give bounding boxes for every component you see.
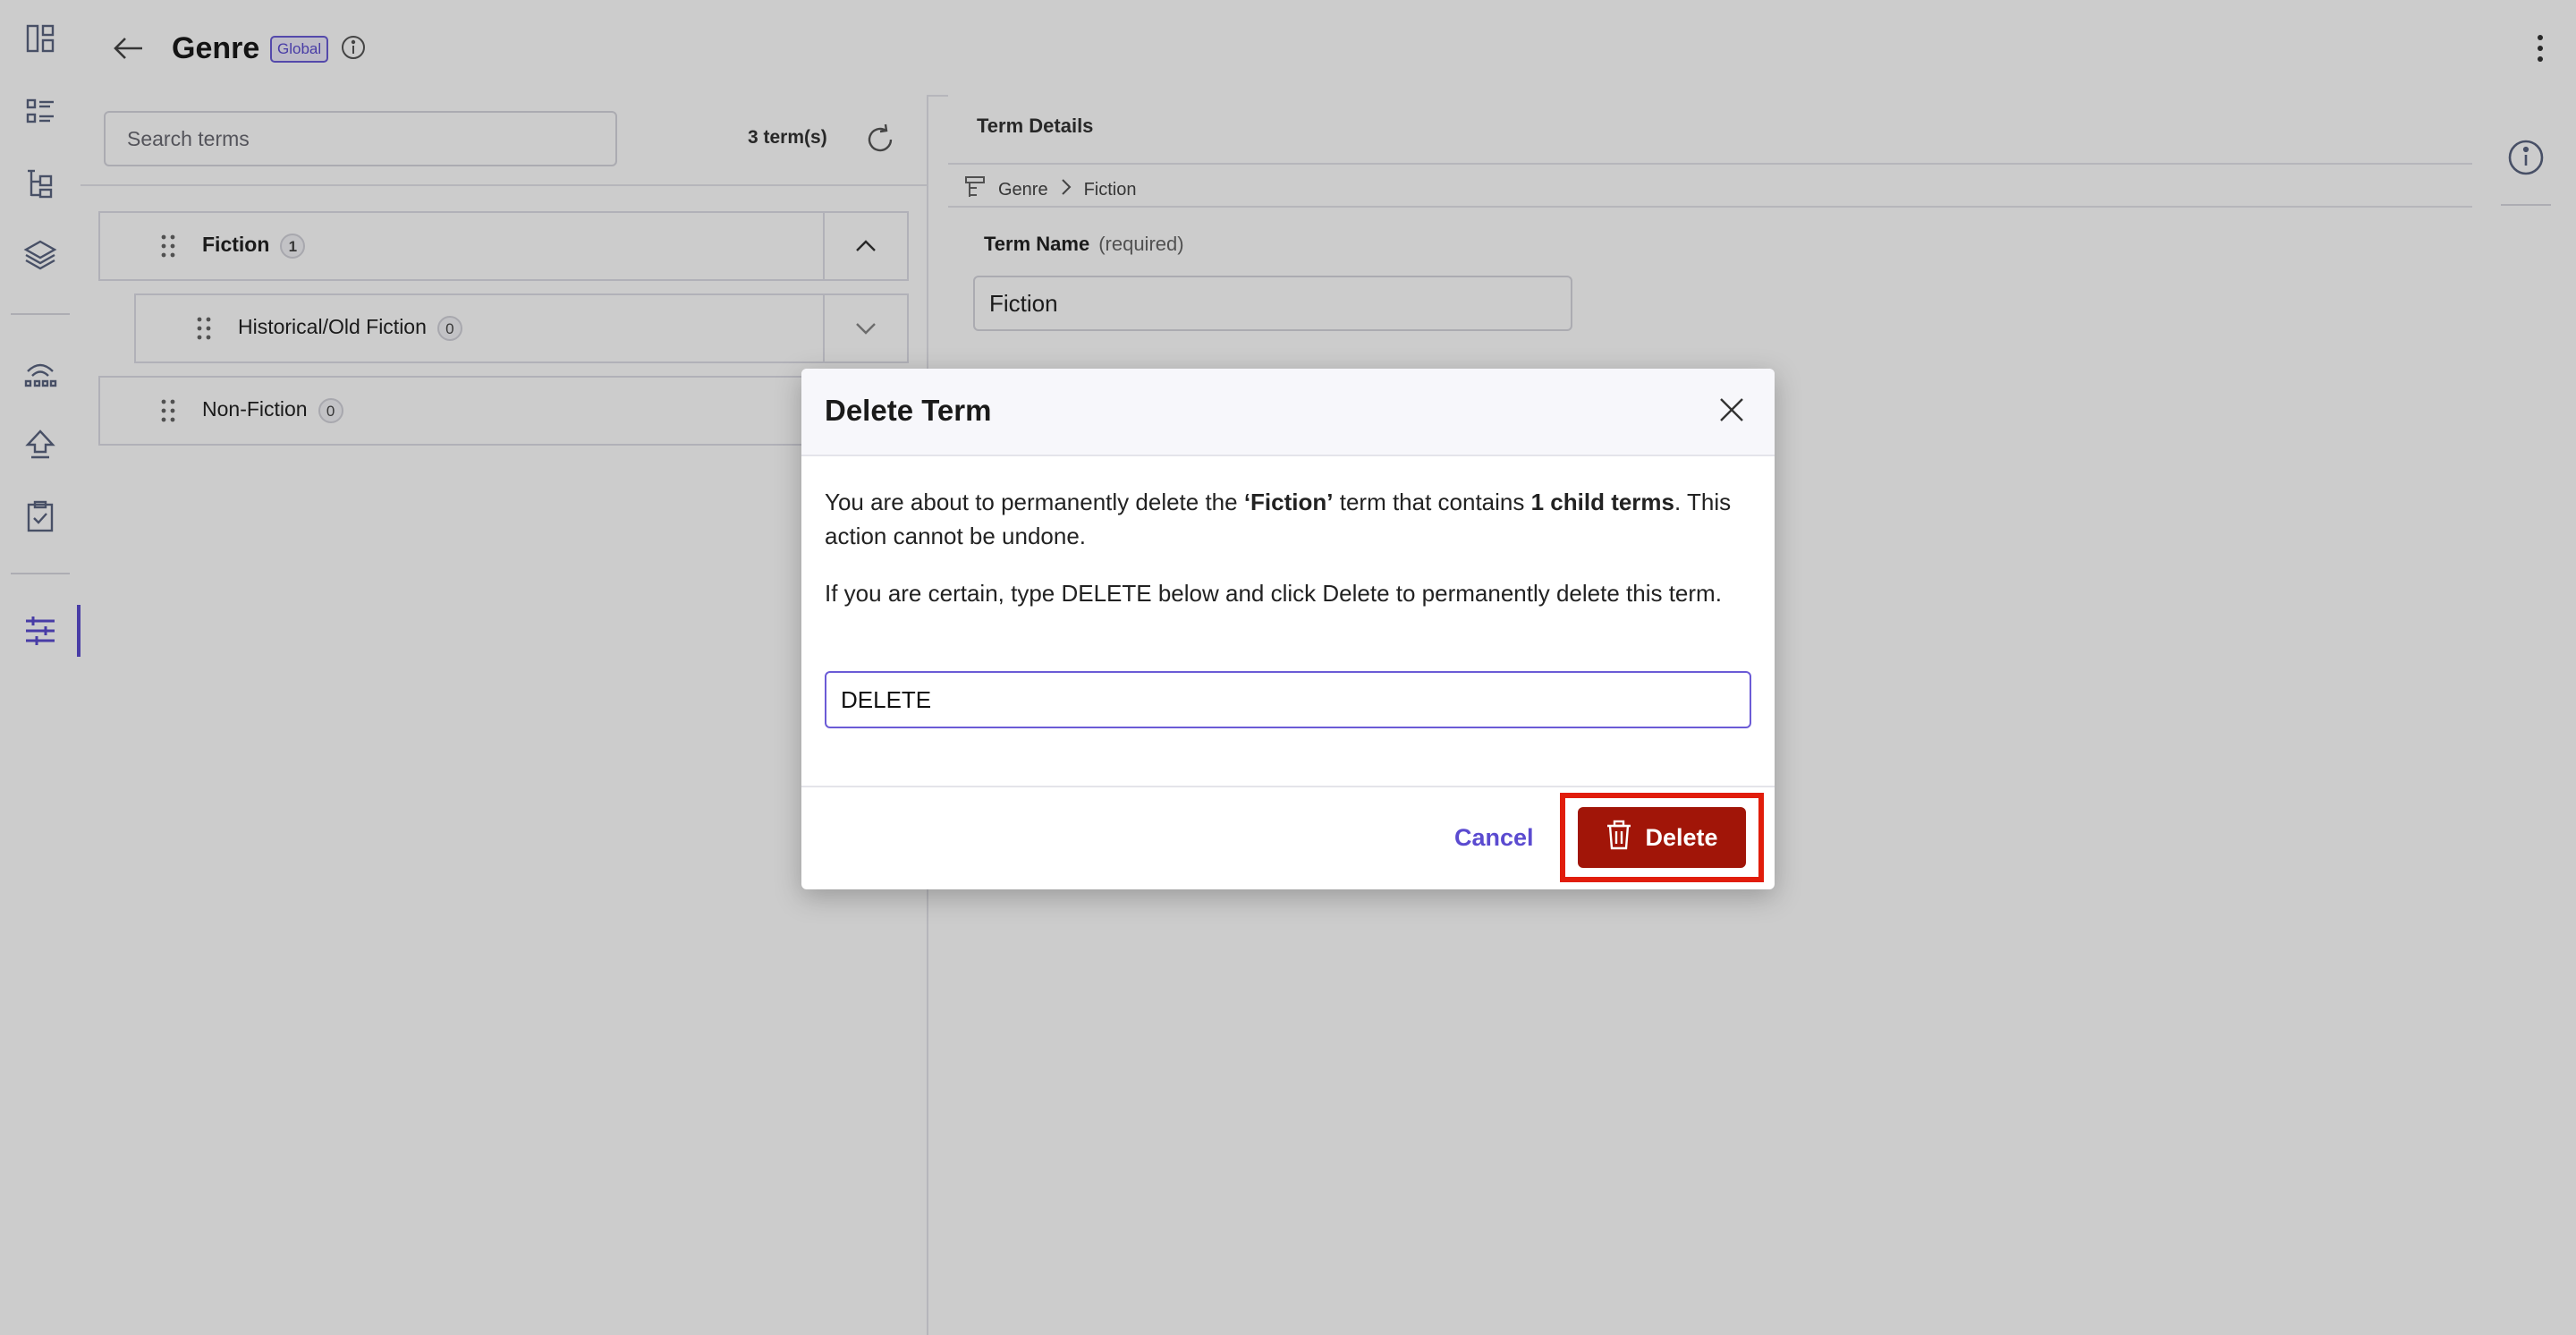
term-name-emphasis: ‘Fiction’ bbox=[1243, 489, 1334, 515]
dialog-header: Delete Term bbox=[801, 369, 1775, 456]
dialog-title: Delete Term bbox=[825, 394, 992, 427]
warning-text-part: term that contains bbox=[1333, 489, 1531, 515]
delete-term-dialog: Delete Term You are about to permanently… bbox=[801, 369, 1775, 889]
warning-text: You are about to permanently delete the … bbox=[825, 485, 1751, 553]
instruction-text: If you are certain, type DELETE below an… bbox=[825, 580, 1722, 607]
cancel-button[interactable]: Cancel bbox=[1444, 816, 1545, 859]
warning-text-part: You are about to permanently delete the bbox=[825, 489, 1244, 515]
delete-label: Delete bbox=[1645, 823, 1718, 851]
dialog-body: You are about to permanently delete the … bbox=[825, 485, 1751, 633]
app-root: Genre Global 3 term(s) Fiction1 bbox=[0, 0, 2576, 1335]
confirm-delete-input[interactable]: DELETE bbox=[825, 671, 1751, 728]
child-count-emphasis: 1 child terms bbox=[1530, 489, 1675, 515]
trash-icon bbox=[1606, 820, 1632, 856]
close-icon[interactable] bbox=[1714, 392, 1750, 428]
delete-button[interactable]: Delete bbox=[1578, 807, 1746, 868]
dialog-footer-divider bbox=[801, 786, 1775, 787]
